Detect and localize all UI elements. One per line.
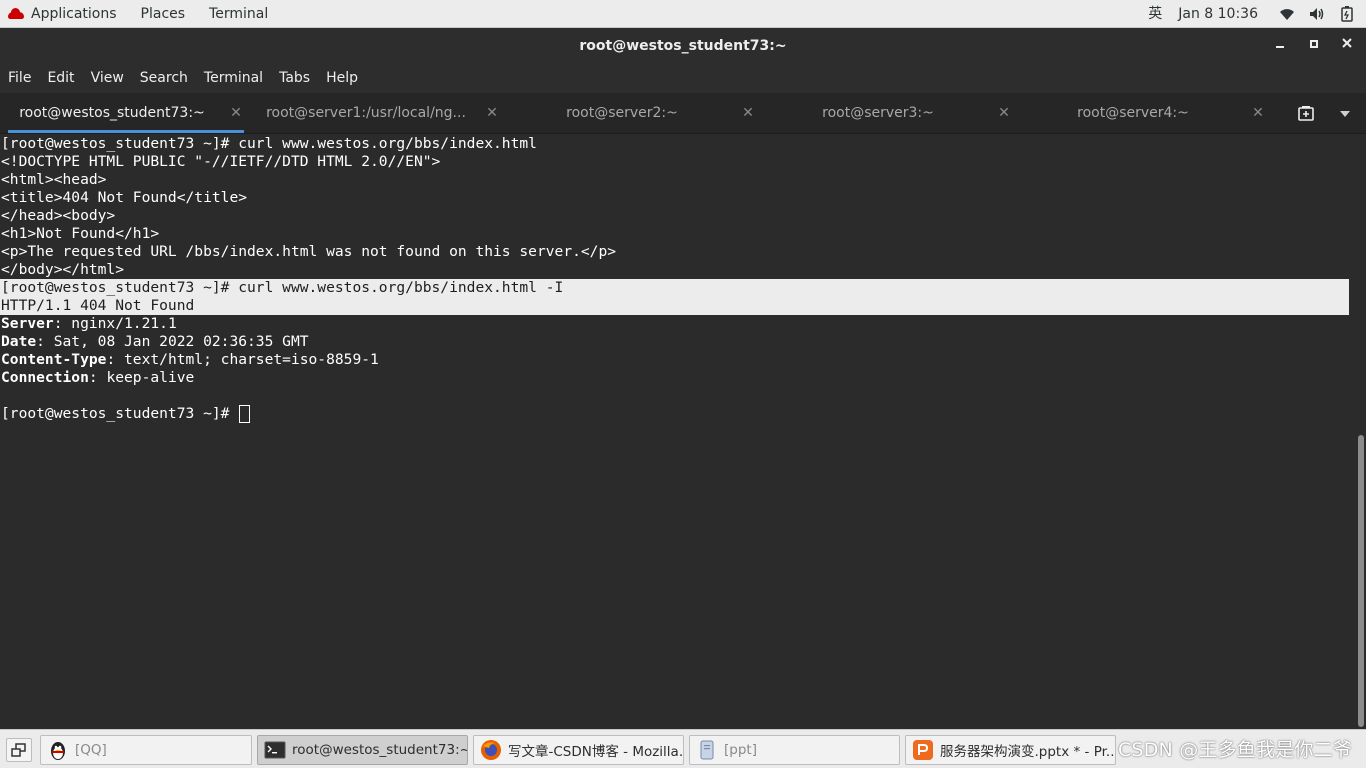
tab-close-icon[interactable]: ✕ xyxy=(228,93,244,133)
menu-search[interactable]: Search xyxy=(132,64,196,93)
file-icon xyxy=(696,739,718,761)
menu-file[interactable]: File xyxy=(0,64,39,93)
menu-edit[interactable]: Edit xyxy=(39,64,82,93)
menu-bar: File Edit View Search Terminal Tabs Help xyxy=(0,64,1366,93)
tab-label: root@westos_student73:~ xyxy=(19,105,205,121)
terminal-line: [root@westos_student73 ~]# curl www.west… xyxy=(1,135,537,152)
prompt-line: [root@westos_student73 ~]# xyxy=(1,405,251,423)
maximize-icon[interactable] xyxy=(1304,36,1324,56)
close-icon[interactable] xyxy=(1337,36,1357,56)
header-value: : text/html; charset=iso-8859-1 xyxy=(106,351,379,368)
taskbar-label: [ppt] xyxy=(724,742,757,758)
text-cursor xyxy=(239,405,251,423)
minimize-icon[interactable] xyxy=(1270,36,1290,56)
tab-server3[interactable]: root@server3:~ ✕ xyxy=(764,93,1020,134)
taskbar-item-presentation[interactable]: 服务器架构演变.pptx * - Pr... xyxy=(905,735,1116,765)
terminal-line-selected: HTTP/1.1 404 Not Found xyxy=(0,297,1349,315)
menu-view[interactable]: View xyxy=(83,64,132,93)
terminal-line-selected: [root@westos_student73 ~]# curl www.west… xyxy=(0,279,1349,297)
terminal-app-menu[interactable]: Terminal xyxy=(197,0,280,28)
tab-close-icon[interactable]: ✕ xyxy=(484,93,500,133)
tab-list-chevron-down-icon[interactable] xyxy=(1340,111,1350,117)
tab-server1[interactable]: root@server1:/usr/local/ng... ✕ xyxy=(252,93,508,134)
wifi-icon[interactable] xyxy=(1278,6,1296,22)
tab-close-icon[interactable]: ✕ xyxy=(1250,93,1266,133)
terminal-line: </body></html> xyxy=(1,261,125,278)
terminal-output[interactable]: [root@westos_student73 ~]# curl www.west… xyxy=(0,135,1355,729)
new-tab-icon[interactable] xyxy=(1297,104,1315,122)
header-key: Content-Type xyxy=(1,351,107,368)
tab-label: root@server3:~ xyxy=(822,105,934,121)
tab-label: root@server2:~ xyxy=(566,105,678,121)
tab-close-icon[interactable]: ✕ xyxy=(740,93,756,133)
menu-help[interactable]: Help xyxy=(318,64,366,93)
qq-penguin-icon xyxy=(47,739,69,761)
scrollbar-thumb[interactable] xyxy=(1358,435,1364,727)
prompt: [root@westos_student73 ~]# xyxy=(1,405,239,422)
terminal-line: <h1>Not Found</h1> xyxy=(1,225,160,242)
taskbar-label: [QQ] xyxy=(75,742,107,758)
csdn-watermark: CSDN @王多鱼我是你二爷 xyxy=(1118,739,1353,761)
window-title: root@westos_student73:~ xyxy=(579,38,787,54)
header-line: Content-Type: text/html; charset=iso-885… xyxy=(1,351,379,369)
terminal-line: <p>The requested URL /bbs/index.html was… xyxy=(1,243,617,260)
taskbar-item-ppt-folder[interactable]: [ppt] xyxy=(689,735,900,765)
terminal-line: <html><head> xyxy=(1,171,107,188)
tab-label: root@server4:~ xyxy=(1077,105,1189,121)
vertical-scrollbar[interactable] xyxy=(1355,135,1366,729)
tab-close-icon[interactable]: ✕ xyxy=(996,93,1012,133)
header-value: : Sat, 08 Jan 2022 02:36:35 GMT xyxy=(36,333,309,350)
taskbar-item-qq[interactable]: [QQ] xyxy=(40,735,252,765)
applications-menu[interactable]: Applications xyxy=(0,0,129,28)
menu-terminal[interactable]: Terminal xyxy=(196,64,271,93)
redhat-logo-icon xyxy=(8,8,24,19)
terminal-icon xyxy=(264,739,286,761)
tab-label: root@server1:/usr/local/ng... xyxy=(266,105,466,121)
input-method-indicator[interactable]: 英 xyxy=(1140,0,1170,28)
gnome-top-bar: Applications Places Terminal 英 Jan 8 10:… xyxy=(0,0,1366,28)
taskbar-label: 服务器架构演变.pptx * - Pr... xyxy=(940,744,1116,760)
clock[interactable]: Jan 8 10:36 xyxy=(1170,0,1272,28)
taskbar-label: 写文章-CSDN博客 - Mozilla... xyxy=(508,744,684,760)
taskbar-item-terminal[interactable]: root@westos_student73:~ xyxy=(257,735,468,765)
terminal-line: <!DOCTYPE HTML PUBLIC "-//IETF//DTD HTML… xyxy=(1,153,441,170)
header-line: Connection: keep-alive xyxy=(1,369,194,387)
tab-westos-student73[interactable]: root@westos_student73:~ ✕ xyxy=(0,93,252,134)
firefox-icon xyxy=(480,739,502,761)
header-key: Server xyxy=(1,315,54,332)
header-line: Date: Sat, 08 Jan 2022 02:36:35 GMT xyxy=(1,333,309,351)
header-line: Server: nginx/1.21.1 xyxy=(1,315,177,333)
header-key: Date xyxy=(1,333,37,350)
tab-server4[interactable]: root@server4:~ ✕ xyxy=(1020,93,1274,134)
terminal-line: </head><body> xyxy=(1,207,116,224)
volume-icon[interactable] xyxy=(1308,6,1326,22)
menu-tabs[interactable]: Tabs xyxy=(271,64,318,93)
battery-power-icon[interactable] xyxy=(1338,5,1356,22)
tab-server2[interactable]: root@server2:~ ✕ xyxy=(508,93,764,134)
header-value: : nginx/1.21.1 xyxy=(53,315,177,332)
header-key: Connection xyxy=(1,369,89,386)
show-desktop-icon[interactable] xyxy=(6,738,32,762)
presentation-icon xyxy=(912,739,934,761)
window-title-bar: root@westos_student73:~ xyxy=(0,28,1366,64)
header-value: : keep-alive xyxy=(88,369,195,386)
tab-bar: root@westos_student73:~ ✕ root@server1:/… xyxy=(0,93,1366,134)
taskbar-label: root@westos_student73:~ xyxy=(292,742,468,758)
places-menu[interactable]: Places xyxy=(129,0,198,28)
taskbar-item-firefox[interactable]: 写文章-CSDN博客 - Mozilla... xyxy=(473,735,684,765)
applications-label: Applications xyxy=(31,5,117,22)
terminal-line: <title>404 Not Found</title> xyxy=(1,189,248,206)
